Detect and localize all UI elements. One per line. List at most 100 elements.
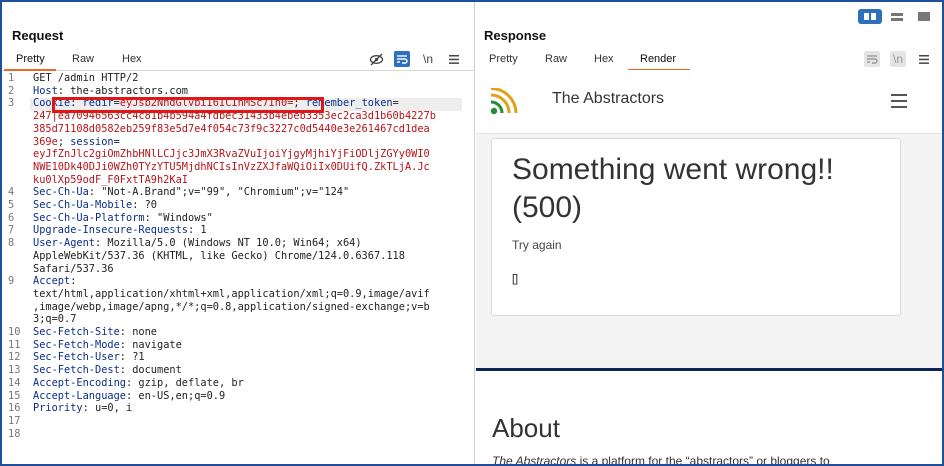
- code-line: Accept:: [33, 275, 76, 288]
- menu-icon[interactable]: [916, 51, 932, 67]
- about-body: is a platform for the “abstractors” or b…: [576, 454, 830, 464]
- tab-raw[interactable]: Raw: [545, 53, 567, 65]
- header-name: User-Agent: [33, 237, 95, 250]
- code-text: : document: [119, 364, 182, 377]
- code-line: AppleWebKit/537.36 (KHTML, like Gecko) C…: [33, 250, 405, 263]
- line-number: 2: [8, 84, 15, 97]
- request-tabs: Pretty Raw Hex \n: [2, 50, 474, 71]
- error-heading: Something went wrong!! (500): [512, 153, 834, 224]
- cookie-value: NWE10Dk40DJi0WZh0TYzYTU5MjdhNCIsInVzZXJf…: [33, 160, 430, 173]
- eye-off-icon[interactable]: [368, 51, 384, 67]
- tab-hex[interactable]: Hex: [122, 53, 142, 65]
- line-number: 13: [8, 364, 21, 377]
- line-number: 14: [8, 376, 21, 389]
- line-number: 6: [8, 211, 15, 224]
- code-line: Accept-Language: en-US,en;q=0.9: [33, 390, 225, 403]
- about-brand: The Abstractors: [492, 454, 577, 464]
- code-line: Sec-Ch-Ua: "Not-A.Brand";v="99", "Chromi…: [33, 186, 349, 199]
- response-toolbar: \n: [864, 51, 932, 67]
- header-name: Upgrade-Insecure-Requests: [33, 224, 188, 237]
- response-panel: Response Pretty Raw Hex Render \n The Ab…: [476, 2, 942, 464]
- code-line: Host: the-abstractors.com: [33, 85, 188, 98]
- cookie-value: eyJfZnJlc2giOmZhbHNlLCJjc3JmX3RvaZVuIjoi…: [33, 148, 430, 161]
- about-text: The Abstractors is a platform for the “a…: [492, 454, 830, 464]
- code-text: : en-US,en;q=0.9: [126, 389, 226, 402]
- error-card: Something went wrong!! (500) Try again […: [491, 138, 901, 316]
- line-number: 7: [8, 224, 15, 237]
- header-name: Accept-Encoding: [33, 376, 126, 389]
- empty-brackets: []: [512, 273, 519, 285]
- newline-toggle-icon[interactable]: \n: [890, 51, 906, 67]
- line-number: 9: [8, 275, 15, 288]
- line-number: 16: [8, 402, 21, 415]
- code-line: Sec-Ch-Ua-Mobile: ?0: [33, 199, 157, 212]
- header-name: session: [70, 135, 114, 148]
- code-text: : "Windows": [144, 211, 213, 224]
- tab-render[interactable]: Render: [640, 53, 676, 65]
- header-name: Sec-Ch-Ua-Platform: [33, 211, 145, 224]
- about-section: About The Abstractors is a platform for …: [476, 371, 942, 464]
- cookie-value: 369e: [33, 135, 58, 148]
- code-text: text/html,application/xhtml+xml,applicat…: [33, 287, 430, 300]
- code-text: : Mozilla/5.0 (Windows NT 10.0; Win64; x…: [95, 237, 362, 250]
- active-tab-underline: [4, 69, 56, 71]
- tab-raw[interactable]: Raw: [72, 53, 94, 65]
- request-title: Request: [12, 28, 64, 43]
- tab-hex[interactable]: Hex: [594, 53, 614, 65]
- code-line: ku0lXp59odF_F0FxtTA9h2KaI: [33, 174, 188, 187]
- line-number: 18: [8, 427, 21, 440]
- code-text: Safari/537.36: [33, 262, 114, 275]
- code-text: :: [70, 275, 77, 288]
- code-line: 3;q=0.7: [33, 313, 76, 326]
- cookie-value: ku0lXp59odF_F0FxtTA9h2KaI: [33, 173, 188, 186]
- header-name: Priority: [33, 402, 83, 415]
- request-toolbar: \n: [368, 51, 462, 67]
- code-text: =: [113, 135, 120, 148]
- site-header: The Abstractors: [476, 70, 942, 134]
- word-wrap-icon[interactable]: [864, 51, 880, 67]
- code-line: NWE10Dk40DJi0WZh0TYzYTU5MjdhNCIsInVzZXJf…: [33, 161, 430, 174]
- line-number: 15: [8, 389, 21, 402]
- code-line: Sec-Ch-Ua-Platform: "Windows": [33, 212, 213, 225]
- line-number: 10: [8, 326, 21, 338]
- header-name: Sec-Fetch-Mode: [33, 338, 120, 351]
- code-text: ;: [57, 135, 71, 148]
- code-line: 385d71108d0582eb259f83e5d7e4f054c73f9c32…: [33, 123, 430, 136]
- header-name: Accept: [33, 275, 71, 288]
- code-line: eyJfZnJlc2giOmZhbHNlLCJjc3JmX3RvaZVuIjoi…: [33, 148, 430, 161]
- code-text: : ?0: [132, 199, 158, 211]
- header-name: Sec-Fetch-Dest: [33, 364, 120, 377]
- code-text: 3;q=0.7: [33, 313, 77, 326]
- code-line: 369e; session=: [33, 136, 120, 149]
- code-line: GET /admin HTTP/2: [33, 72, 138, 85]
- code-text: : navigate: [119, 338, 182, 351]
- tab-pretty[interactable]: Pretty: [16, 53, 45, 65]
- code-text: : gzip, deflate, br: [126, 376, 244, 389]
- header-name: Sec-Fetch-User: [33, 351, 120, 364]
- tab-pretty[interactable]: Pretty: [489, 53, 518, 65]
- redir-cookie-highlight-box: [52, 97, 324, 113]
- line-number: 12: [8, 351, 21, 364]
- header-name: Host: [33, 84, 58, 97]
- menu-icon[interactable]: [446, 51, 462, 67]
- code-line: Upgrade-Insecure-Requests: 1: [33, 224, 207, 237]
- rendered-page: The Abstractors Something went wrong!! (…: [476, 70, 942, 464]
- rss-logo-icon: [490, 88, 518, 115]
- response-tabs: Pretty Raw Hex Render \n: [476, 50, 942, 71]
- about-title: About: [492, 413, 560, 443]
- code-line: Sec-Fetch-User: ?1: [33, 351, 145, 364]
- code-text: : ?1: [119, 351, 145, 364]
- code-text: ,image/webp,image/apng,*/*;q=0.8,applica…: [33, 300, 430, 313]
- line-number: 8: [8, 237, 15, 250]
- code-line: Priority: u=0, i: [33, 402, 132, 415]
- header-name: Sec-Ch-Ua-Mobile: [33, 199, 133, 211]
- word-wrap-icon[interactable]: [394, 51, 410, 67]
- hamburger-menu-icon[interactable]: [891, 94, 907, 108]
- code-text: GET /admin HTTP/2: [33, 72, 139, 84]
- line-number: 17: [8, 414, 21, 427]
- code-line: Safari/537.36: [33, 263, 114, 276]
- code-line: Sec-Fetch-Dest: document: [33, 364, 182, 377]
- site-brand[interactable]: The Abstractors: [552, 90, 664, 108]
- code-line: User-Agent: Mozilla/5.0 (Windows NT 10.0…: [33, 237, 362, 250]
- newline-toggle-icon[interactable]: \n: [420, 51, 436, 67]
